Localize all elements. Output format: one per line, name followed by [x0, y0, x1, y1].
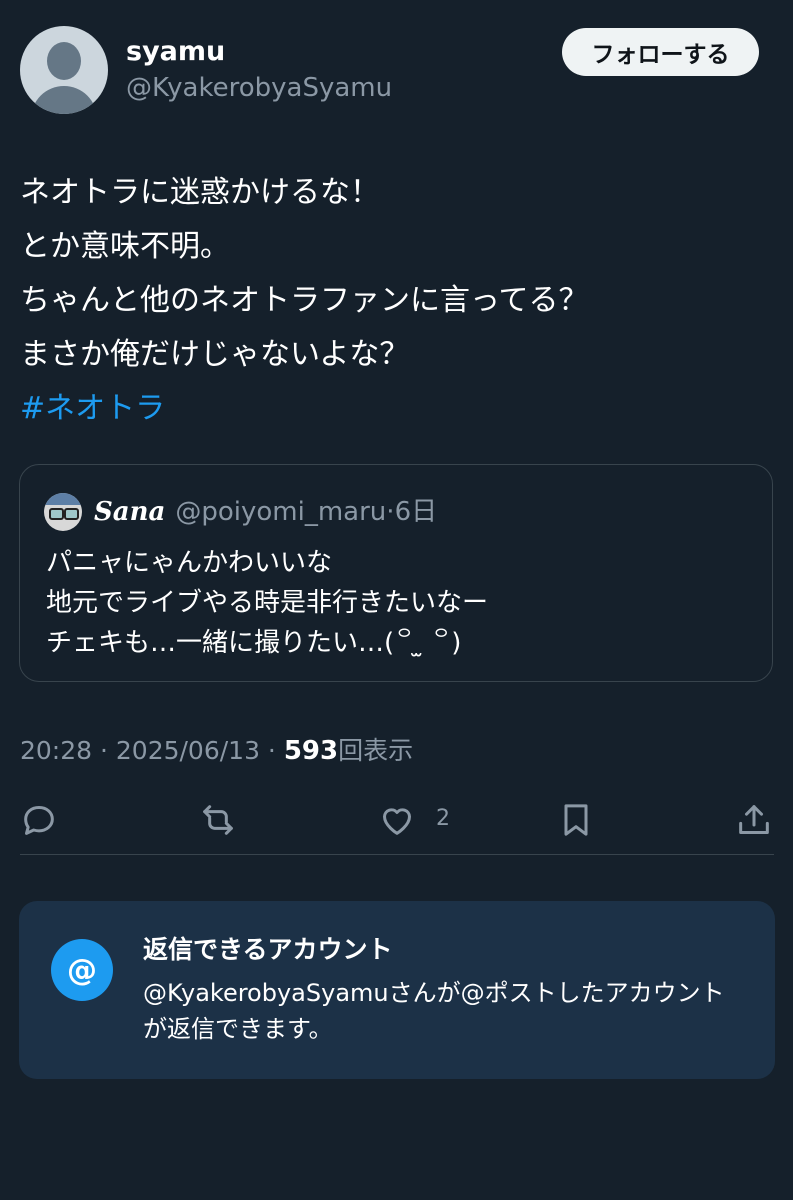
reply-restriction-title: 返信できるアカウント — [143, 935, 393, 964]
quoted-author-avatar[interactable] — [44, 493, 82, 531]
tweet-line: ネオトラに迷惑かけるな！ — [20, 175, 380, 210]
author-avatar[interactable] — [20, 26, 108, 114]
views-count: 593 — [283, 736, 339, 766]
reply-restriction-description: @KyakerobyaSyamuさんが@ポストしたアカウントが返信できます。 — [143, 979, 725, 1043]
quoted-tweet-line: パニャにゃんかわいいな — [46, 548, 333, 578]
follow-button[interactable]: フォローする — [562, 28, 759, 76]
hashtag-link[interactable]: #ネオトラ — [20, 382, 760, 436]
avatar-glasses — [64, 508, 79, 520]
tweet-time[interactable]: 20:28 — [20, 736, 92, 765]
quoted-author-handle[interactable]: @poiyomi_maru — [175, 497, 386, 527]
action-bar: 2 — [0, 796, 793, 844]
meta-separator: · — [92, 736, 116, 765]
divider — [20, 854, 774, 855]
author-handle[interactable]: @KyakerobyaSyamu — [126, 72, 392, 104]
meta-separator: · — [259, 736, 284, 765]
meta-separator: · — [386, 497, 395, 527]
quoted-tweet-line: チェキも…一緒に撮りたい…(꒪ ̫ ꒪) — [46, 628, 462, 658]
avatar-glasses — [49, 508, 64, 520]
quoted-tweet-card[interactable]: 𝑺𝒂𝒏𝒂 @poiyomi_maru·6日 パニャにゃんかわいいな 地元でライブや… — [19, 464, 773, 682]
tweet-text: ネオトラに迷惑かけるな！ とか意味不明。 ちゃんと他のネオトラファンに言ってる？… — [20, 166, 760, 436]
tweet-meta: 20:28 · 2025/06/13 · 593回表示 — [20, 733, 413, 769]
tweet-date[interactable]: 2025/06/13 — [116, 736, 260, 765]
at-sign-icon: @ — [51, 939, 113, 1001]
quoted-author-name[interactable]: 𝑺𝒂𝒏𝒂 — [94, 497, 165, 527]
views-label: 回表示 — [338, 736, 414, 765]
avatar-head — [47, 42, 81, 80]
quoted-tweet-header: 𝑺𝒂𝒏𝒂 @poiyomi_maru·6日 — [94, 495, 437, 529]
quoted-tweet-text: パニャにゃんかわいいな 地元でライブやる時是非行きたいなー チェキも…一緒に撮り… — [46, 543, 488, 663]
tweet-line: とか意味不明。 — [20, 229, 230, 264]
share-icon[interactable] — [734, 800, 774, 840]
avatar-body — [31, 86, 97, 114]
bookmark-icon[interactable] — [556, 800, 596, 840]
reply-restriction-card: @ 返信できるアカウント @KyakerobyaSyamuさんが@ポストしたアカ… — [19, 901, 775, 1079]
quoted-tweet-line: 地元でライブやる時是非行きたいなー — [46, 588, 489, 618]
avatar-hair — [44, 493, 82, 505]
like-icon[interactable] — [377, 800, 417, 840]
quoted-tweet-time: 6日 — [394, 497, 438, 527]
tweet-line: まさか俺だけじゃないよな？ — [20, 337, 410, 372]
author-display-name[interactable]: syamu — [126, 36, 225, 68]
tweet-line: ちゃんと他のネオトラファンに言ってる？ — [20, 283, 589, 318]
like-count: 2 — [436, 806, 450, 831]
retweet-icon[interactable] — [198, 800, 238, 840]
reply-icon[interactable] — [19, 800, 59, 840]
